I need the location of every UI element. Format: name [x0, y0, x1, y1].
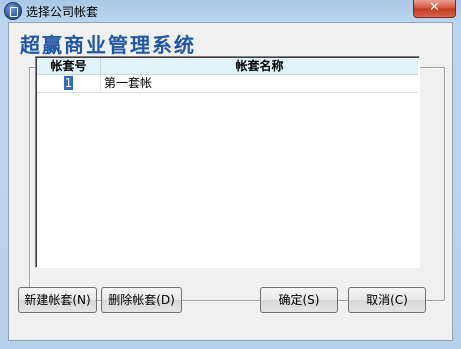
account-set-table[interactable]: 帐套号 帐套名称 1 第一套帐 — [35, 56, 420, 268]
window-title: 选择公司帐套 — [26, 5, 99, 19]
dialog-window: 选择公司帐套 ✕ 超赢商业管理系统 帐套号 帐套名称 1 第一套帐 新建帐套(N… — [0, 0, 461, 349]
cell-name[interactable]: 第一套帐 — [104, 75, 152, 92]
cancel-button[interactable]: 取消(C) — [348, 287, 426, 313]
table-header: 帐套号 帐套名称 — [37, 58, 418, 75]
new-account-set-button[interactable]: 新建帐套(N) — [18, 287, 97, 313]
cell-id[interactable]: 1 — [37, 75, 101, 92]
app-icon — [4, 2, 22, 20]
close-icon: ✕ — [429, 0, 440, 15]
column-header-id[interactable]: 帐套号 — [37, 58, 101, 74]
banner-title: 超赢商业管理系统 — [20, 33, 196, 57]
cell-id-value: 1 — [63, 76, 74, 90]
title-bar[interactable]: 选择公司帐套 ✕ — [0, 0, 461, 22]
ok-button[interactable]: 确定(S) — [260, 287, 338, 313]
column-header-name[interactable]: 帐套名称 — [101, 58, 418, 74]
close-button[interactable]: ✕ — [413, 0, 456, 18]
table-row[interactable]: 1 第一套帐 — [37, 75, 418, 93]
delete-account-set-button[interactable]: 删除帐套(D) — [101, 287, 182, 313]
